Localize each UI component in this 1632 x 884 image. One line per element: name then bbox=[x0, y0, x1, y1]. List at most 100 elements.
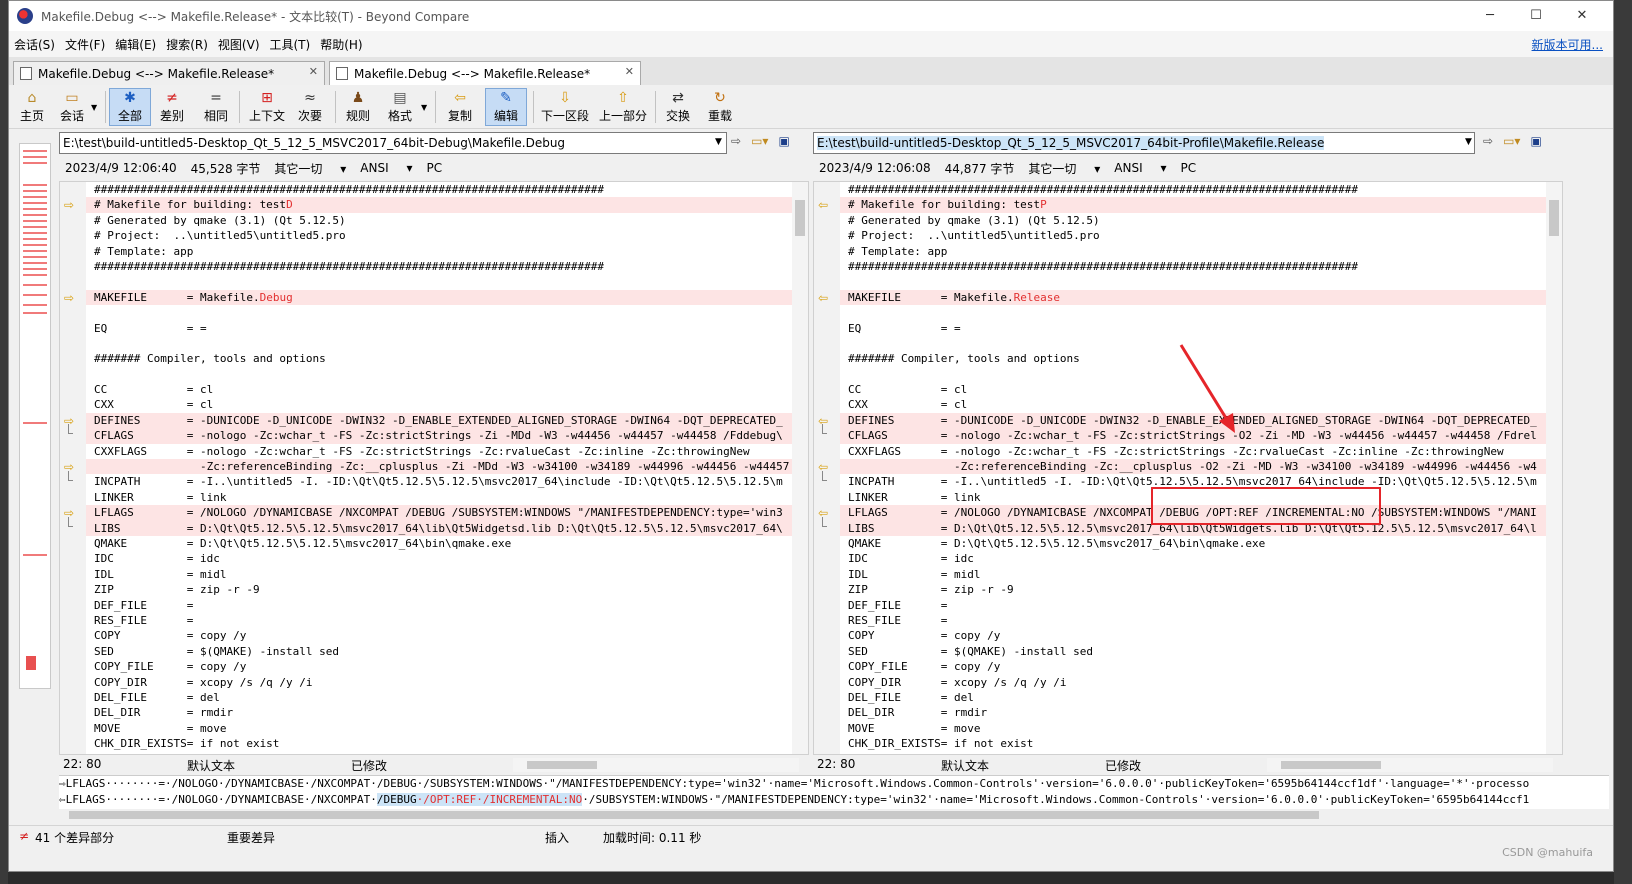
code-line[interactable]: -Zc:referenceBinding -Zc:__cplusplus -O2… bbox=[840, 459, 1546, 475]
code-line[interactable]: LFLAGS = /NOLOGO /DYNAMICBASE /NXCOMPAT … bbox=[86, 505, 792, 521]
code-line[interactable]: ########################################… bbox=[86, 182, 792, 197]
swap-button[interactable]: ⇄ 交换 bbox=[661, 88, 695, 126]
code-line[interactable]: RES_FILE = bbox=[86, 613, 792, 628]
code-line[interactable]: CHK_DIR_EXISTS= if not exist bbox=[86, 736, 792, 751]
code-line[interactable]: ########################################… bbox=[840, 259, 1546, 274]
update-available-link[interactable]: 新版本可用... bbox=[1532, 36, 1603, 53]
code-line[interactable]: MOVE = move bbox=[86, 721, 792, 736]
close-button[interactable]: ✕ bbox=[1559, 1, 1605, 31]
right-text-pane[interactable]: ⇦ ⇦ ⇦ ⇦ ⇦ ##################################… bbox=[813, 181, 1563, 755]
session-button[interactable]: ▭ 会话 bbox=[55, 88, 89, 126]
code-line[interactable]: ####### Compiler, tools and options bbox=[86, 351, 792, 366]
code-line[interactable]: ZIP = zip -r -9 bbox=[86, 582, 792, 597]
code-line[interactable]: QMAKE = D:\Qt\Qt5.12.5\5.12.5\msvc2017_6… bbox=[86, 536, 792, 551]
minimize-button[interactable]: ─ bbox=[1467, 1, 1513, 31]
code-line[interactable]: CC = cl bbox=[86, 382, 792, 397]
tab-close-icon[interactable]: ✕ bbox=[309, 65, 318, 78]
left-options-dropdown[interactable]: 其它一切 ▾ bbox=[274, 160, 346, 177]
copy-arrow-icon[interactable]: ⇨ bbox=[64, 292, 78, 304]
code-line[interactable]: COPY = copy /y bbox=[840, 628, 1546, 643]
code-line[interactable]: # Template: app bbox=[840, 244, 1546, 259]
code-line[interactable]: DEL_DIR = rmdir bbox=[86, 705, 792, 720]
code-line[interactable]: # Generated by qmake (3.1) (Qt 5.12.5) bbox=[840, 213, 1546, 228]
code-line[interactable]: CXXFLAGS = -nologo -Zc:wchar_t -FS -Zc:s… bbox=[86, 444, 792, 459]
difference-thumbnail-overview[interactable] bbox=[19, 143, 51, 689]
minor-button[interactable]: ≈ 次要 bbox=[293, 88, 327, 126]
right-horizontal-scrollbar[interactable] bbox=[1267, 758, 1553, 772]
left-encoding-dropdown[interactable]: ANSI ▾ bbox=[360, 161, 412, 175]
home-button[interactable]: ⌂ 主页 bbox=[15, 88, 49, 126]
code-line[interactable]: ########################################… bbox=[86, 259, 792, 274]
left-history-icon[interactable]: ⇨ bbox=[731, 134, 741, 148]
next-section-button[interactable]: ⇩ 下一区段 bbox=[539, 88, 591, 126]
left-code-view[interactable]: ########################################… bbox=[86, 182, 792, 751]
code-line[interactable]: CXX = cl bbox=[86, 397, 792, 412]
code-line[interactable]: EQ = = bbox=[840, 321, 1546, 336]
code-line[interactable] bbox=[840, 305, 1546, 320]
code-line[interactable] bbox=[86, 336, 792, 351]
context-button[interactable]: ⊞ 上下文 bbox=[245, 88, 289, 126]
code-line[interactable]: MOVE = move bbox=[840, 721, 1546, 736]
left-save-icon[interactable]: ▣ bbox=[778, 134, 789, 148]
code-line[interactable]: COPY_FILE = copy /y bbox=[840, 659, 1546, 674]
code-line[interactable]: MAKEFILE = Makefile.Release bbox=[840, 289, 1546, 306]
format-dropdown-icon[interactable]: ▼ bbox=[421, 103, 427, 112]
code-line[interactable]: DEF_FILE = bbox=[840, 598, 1546, 613]
code-line[interactable]: IDL = midl bbox=[86, 567, 792, 582]
code-line[interactable]: ZIP = zip -r -9 bbox=[840, 582, 1546, 597]
show-all-button[interactable]: ✱ 全部 bbox=[109, 88, 151, 126]
code-line[interactable]: # Makefile for building: testP bbox=[840, 197, 1546, 213]
tab-close-icon[interactable]: ✕ bbox=[625, 65, 634, 78]
code-line[interactable]: DEFINES = -DUNICODE -D_UNICODE -DWIN32 -… bbox=[86, 412, 792, 429]
right-path-dropdown-icon[interactable]: ▼ bbox=[1465, 137, 1472, 147]
code-line[interactable]: RES_FILE = bbox=[840, 613, 1546, 628]
show-diffs-button[interactable]: ≠ 差别 bbox=[155, 88, 189, 126]
code-line[interactable]: IDC = idc bbox=[86, 551, 792, 566]
line-details-pane[interactable]: ⇨LFLAGS········=·/NOLOGO·/DYNAMICBASE·/N… bbox=[59, 775, 1609, 809]
code-line[interactable]: # Project: ..\untitled5\untitled5.pro bbox=[840, 228, 1546, 243]
right-file-path-input[interactable]: E:\test\build-untitled5-Desktop_Qt_5_12_… bbox=[813, 132, 1475, 154]
menu-help[interactable]: 帮助(H) bbox=[315, 36, 367, 53]
code-line[interactable]: DEL_DIR = rmdir bbox=[840, 705, 1546, 720]
code-line[interactable]: INCPATH = -I..\untitled5 -I. -ID:\Qt\Qt5… bbox=[86, 474, 792, 489]
maximize-button[interactable]: ☐ bbox=[1513, 1, 1559, 31]
code-line[interactable]: # Template: app bbox=[86, 244, 792, 259]
copy-arrow-icon[interactable]: ⇦ bbox=[818, 292, 832, 304]
reload-button[interactable]: ↻ 重载 bbox=[703, 88, 737, 126]
menu-search[interactable]: 搜索(R) bbox=[161, 36, 213, 53]
line-details-scrollbar[interactable] bbox=[59, 809, 1609, 821]
code-line[interactable]: CHK_DIR_EXISTS= if not exist bbox=[840, 736, 1546, 751]
tab-session-1[interactable]: Makefile.Debug <--> Makefile.Release* ✕ bbox=[13, 61, 325, 85]
code-line[interactable]: MAKEFILE = Makefile.Debug bbox=[86, 289, 792, 306]
menu-tools[interactable]: 工具(T) bbox=[265, 36, 316, 53]
code-line[interactable]: IDL = midl bbox=[840, 567, 1546, 582]
copy-button[interactable]: ⇦ 复制 bbox=[443, 88, 477, 126]
session-dropdown-icon[interactable]: ▼ bbox=[91, 103, 97, 112]
left-vertical-scrollbar[interactable] bbox=[792, 182, 808, 754]
menu-session[interactable]: 会话(S) bbox=[9, 36, 60, 53]
code-line[interactable]: -Zc:referenceBinding -Zc:__cplusplus -Zi… bbox=[86, 459, 792, 475]
code-line[interactable]: IDC = idc bbox=[840, 551, 1546, 566]
code-line[interactable]: CXXFLAGS = -nologo -Zc:wchar_t -FS -Zc:s… bbox=[840, 444, 1546, 459]
code-line[interactable]: ########################################… bbox=[840, 182, 1546, 197]
code-line[interactable]: COPY_DIR = xcopy /s /q /y /i bbox=[86, 675, 792, 690]
code-line[interactable] bbox=[86, 305, 792, 320]
right-encoding-dropdown[interactable]: ANSI ▾ bbox=[1114, 161, 1166, 175]
code-line[interactable]: QMAKE = D:\Qt\Qt5.12.5\5.12.5\msvc2017_6… bbox=[840, 536, 1546, 551]
code-line[interactable]: # Makefile for building: testD bbox=[86, 197, 792, 213]
edit-button[interactable]: ✎ 编辑 bbox=[485, 88, 527, 126]
code-line[interactable]: SED = $(QMAKE) -install sed bbox=[86, 644, 792, 659]
right-options-dropdown[interactable]: 其它一切 ▾ bbox=[1028, 160, 1100, 177]
left-open-folder-icon[interactable]: ▭▾ bbox=[751, 134, 768, 148]
code-line[interactable]: COPY = copy /y bbox=[86, 628, 792, 643]
code-line[interactable]: DEF_FILE = bbox=[86, 598, 792, 613]
format-button[interactable]: ▤ 格式 bbox=[383, 88, 417, 126]
right-code-view[interactable]: ########################################… bbox=[840, 182, 1546, 751]
code-line[interactable]: LINKER = link bbox=[86, 490, 792, 505]
code-line[interactable]: EQ = = bbox=[86, 321, 792, 336]
menu-file[interactable]: 文件(F) bbox=[60, 36, 110, 53]
code-line[interactable]: DEL_FILE = del bbox=[840, 690, 1546, 705]
right-open-folder-icon[interactable]: ▭▾ bbox=[1503, 134, 1520, 148]
left-text-pane[interactable]: ⇨ ⇨ ⇨ ⇨ ⇨ ##################################… bbox=[59, 181, 809, 755]
code-line[interactable]: COPY_DIR = xcopy /s /q /y /i bbox=[840, 675, 1546, 690]
